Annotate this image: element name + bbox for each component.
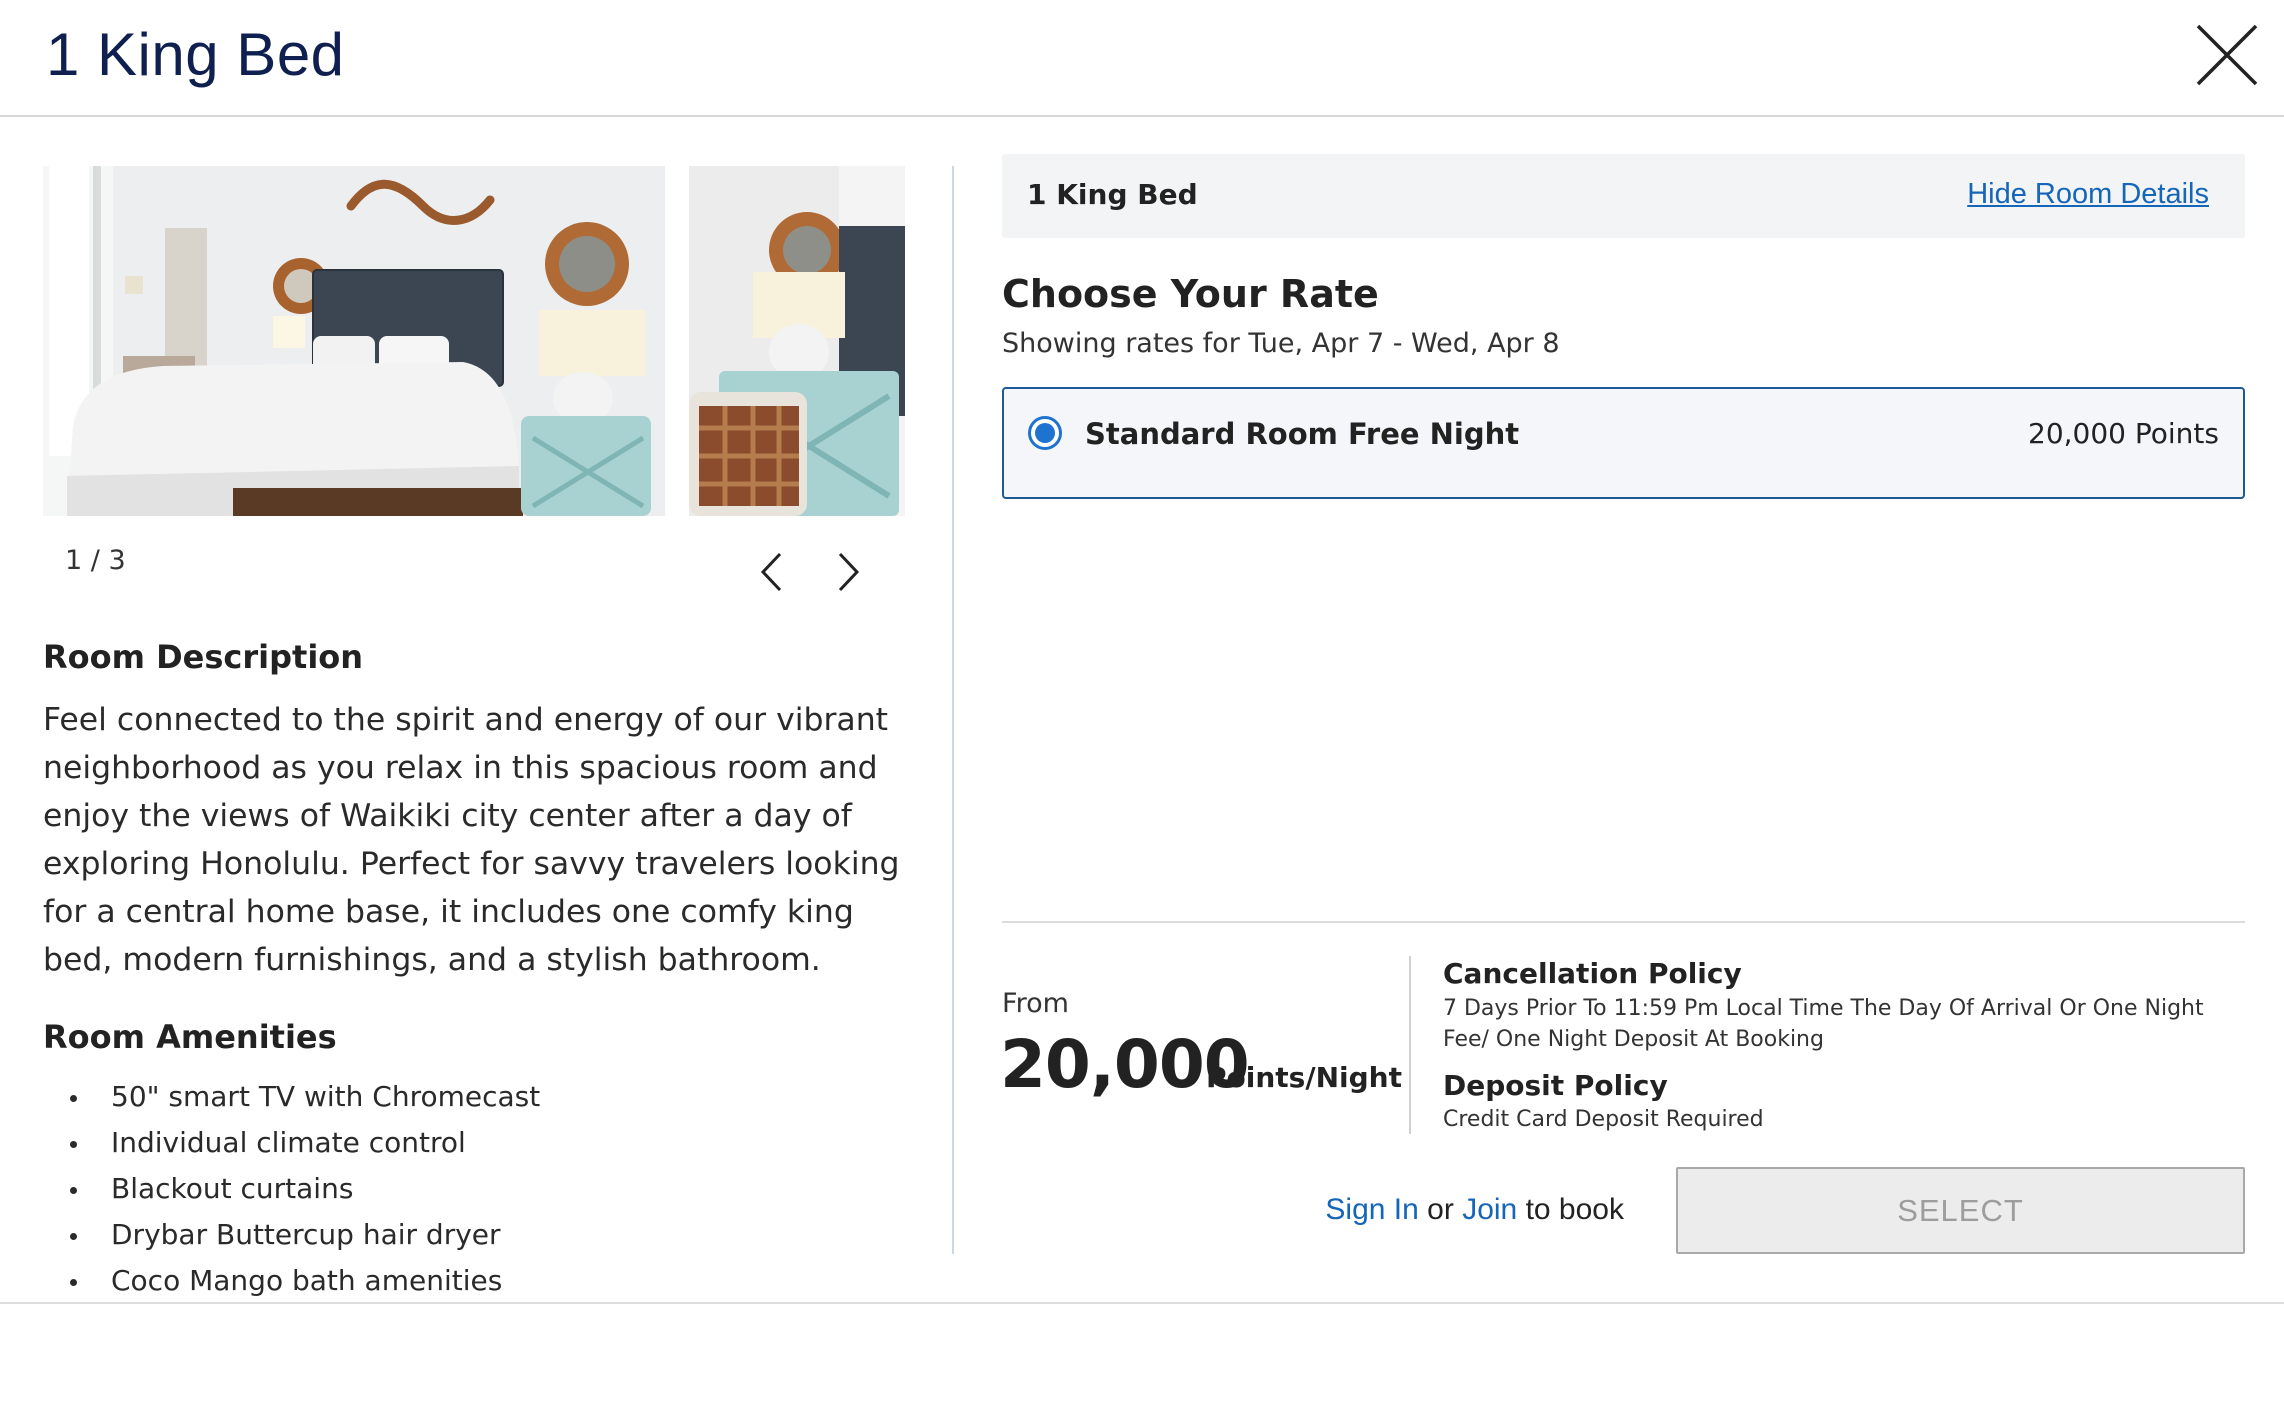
chevron-right-icon <box>838 552 860 592</box>
price-from-label: From <box>1002 988 1069 1019</box>
radio-selected-dot <box>1035 423 1055 443</box>
amenity-item: Coco Mango bath amenities <box>43 1258 903 1304</box>
select-button[interactable]: SELECT <box>1676 1167 2245 1254</box>
choose-rate-heading: Choose Your Rate <box>1002 272 1379 316</box>
amenity-item: Drybar Buttercup hair dryer <box>43 1212 903 1258</box>
amenities-list: 50" smart TV with Chromecast Individual … <box>43 1074 903 1304</box>
price-unit: Points/Night <box>1206 1061 1402 1094</box>
photo-counter: 1 / 3 <box>65 545 126 576</box>
room-photo[interactable] <box>43 166 665 516</box>
to-book-text: to book <box>1525 1193 1624 1226</box>
cancellation-policy-text: 7 Days Prior To 11:59 Pm Local Time The … <box>1443 996 2204 1052</box>
rate-dates: Showing rates for Tue, Apr 7 - Wed, Apr … <box>1002 328 1560 359</box>
room-photo[interactable] <box>689 166 905 516</box>
room-name: 1 King Bed <box>1027 178 1198 211</box>
room-description-heading: Room Description <box>43 638 364 676</box>
policy-divider <box>1409 956 1411 1134</box>
rate-points: 20,000 Points <box>2028 417 2219 450</box>
modal-header: 1 King Bed <box>0 0 2284 117</box>
join-link[interactable]: Join <box>1462 1193 1517 1226</box>
sign-in-prompt: Sign In or Join to book <box>1325 1193 1624 1227</box>
cancellation-policy-title: Cancellation Policy <box>1443 957 1742 990</box>
rate-name: Standard Room Free Night <box>1085 417 1520 451</box>
room-details-modal: 1 King Bed 1 / 3 Room Description Feel c… <box>0 0 2284 1414</box>
deposit-policy-text: Credit Card Deposit Required <box>1443 1107 1764 1132</box>
amenity-item: 50" smart TV with Chromecast <box>43 1074 903 1120</box>
room-summary-bar: 1 King Bed Hide Room Details <box>1002 154 2245 238</box>
amenity-item: Individual climate control <box>43 1120 903 1166</box>
amenity-item: Blackout curtains <box>43 1166 903 1212</box>
room-description-text: Feel connected to the spirit and energy … <box>43 702 900 978</box>
chevron-left-icon <box>760 552 782 592</box>
modal-title: 1 King Bed <box>46 21 345 88</box>
room-amenities-heading: Room Amenities <box>43 1018 337 1056</box>
hide-room-details-link[interactable]: Hide Room Details <box>1967 178 2209 211</box>
close-button[interactable] <box>2192 20 2262 90</box>
or-text: or <box>1427 1193 1454 1226</box>
sign-in-link[interactable]: Sign In <box>1325 1193 1418 1226</box>
rate-option-standard-free-night[interactable]: Standard Room Free Night 20,000 Points <box>1002 387 2245 499</box>
deposit-policy-title: Deposit Policy <box>1443 1069 1668 1102</box>
column-divider <box>952 166 954 1254</box>
previous-photo-button[interactable] <box>752 548 792 596</box>
close-icon <box>2196 24 2258 86</box>
section-divider <box>1002 921 2245 923</box>
photo-gallery <box>43 166 905 516</box>
rate-radio-button[interactable] <box>1028 416 1062 450</box>
next-photo-button[interactable] <box>828 548 868 596</box>
modal-bottom-border <box>0 1302 2284 1304</box>
